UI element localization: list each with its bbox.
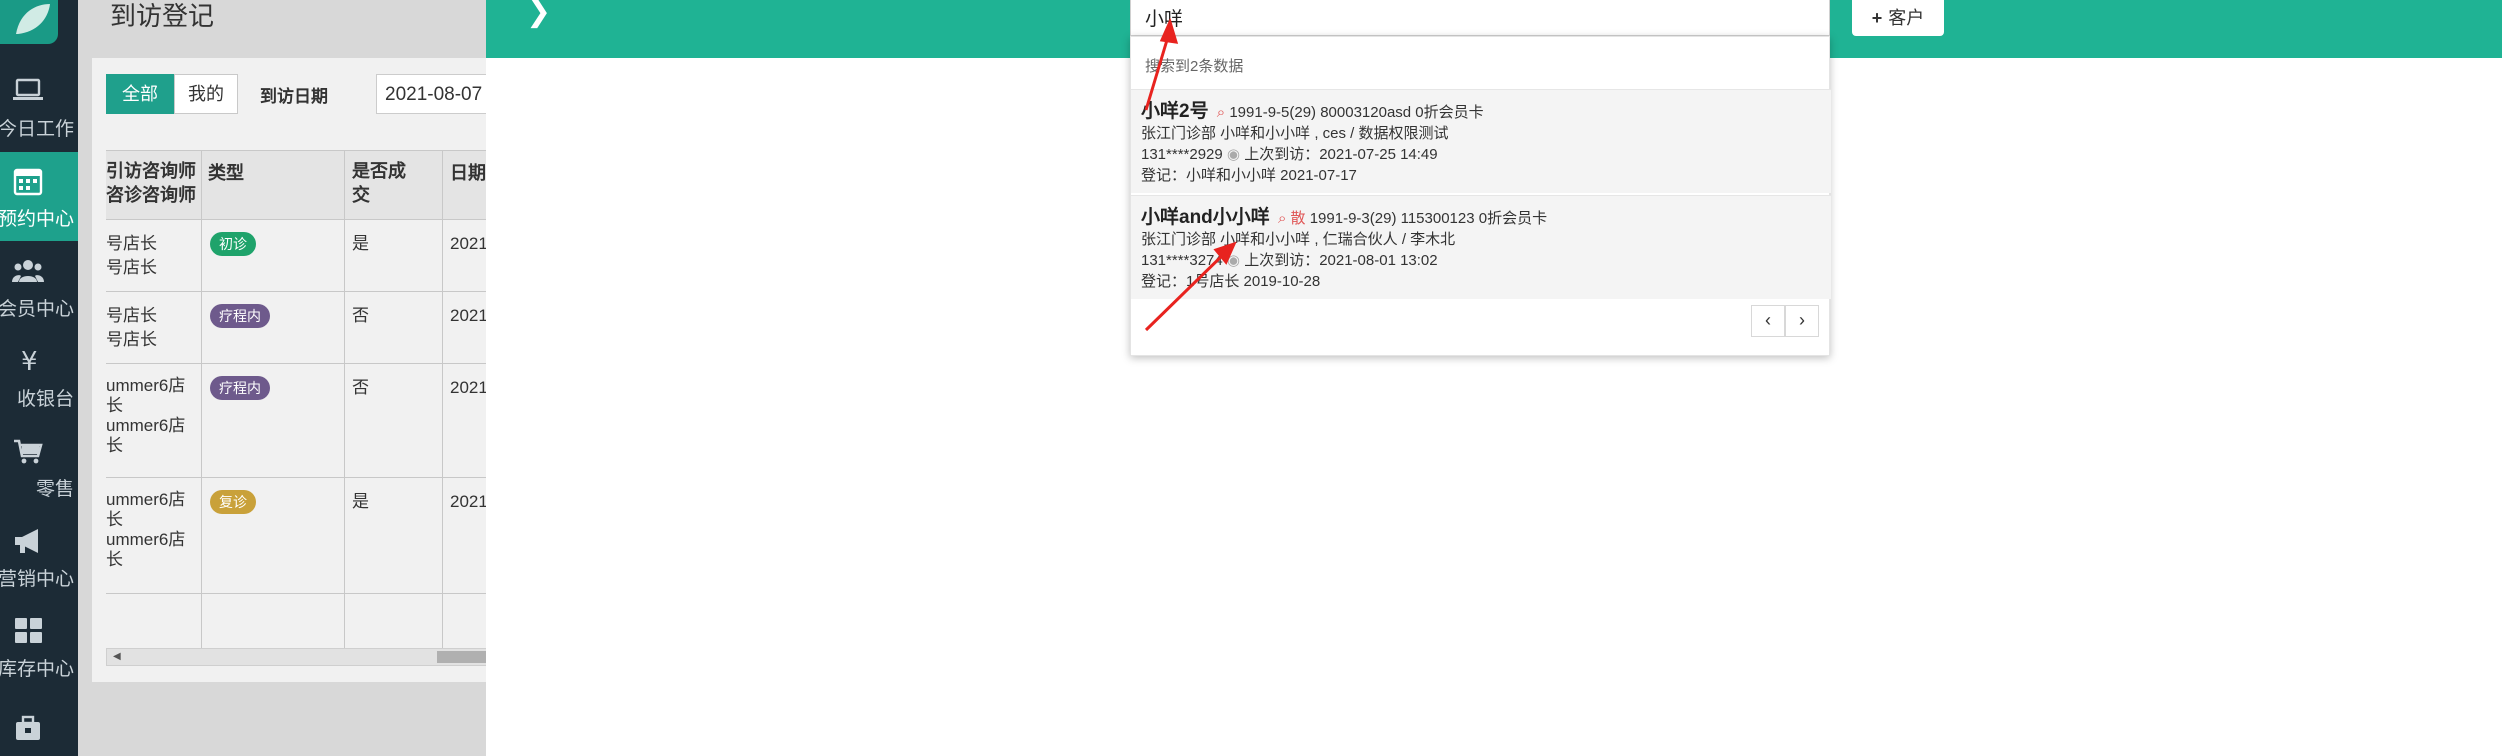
table-row[interactable]: ummer6店 长 ummer6店 长 复诊 是 2021	[106, 478, 526, 594]
cell-consultant: ummer6店 长 ummer6店 长	[106, 376, 186, 455]
calendar-icon	[13, 168, 43, 196]
customer-last-visit: 上次到访：2021-08-01 13:02	[1244, 252, 1438, 269]
cell-deal: 否	[352, 378, 369, 397]
customer-phone: 131****2929	[1141, 146, 1223, 163]
add-customer-button[interactable]: + 客户	[1852, 0, 1944, 36]
type-tag: 复诊	[210, 490, 256, 514]
cell-date: 2021	[450, 306, 488, 325]
header-date: 日期	[450, 163, 486, 183]
column-divider	[442, 150, 443, 666]
search-result-item[interactable]: 小咩and小小咩 ⌕ 散 1991-9-3(29) 115300123 0折会员…	[1131, 195, 1831, 299]
nav-item-cashier[interactable]: ¥ 收银台	[0, 332, 78, 421]
header-type: 类型	[208, 163, 244, 183]
customer-phone: 131****3274	[1141, 252, 1223, 269]
yen-icon: ¥	[21, 347, 38, 376]
nav-item-retail[interactable]: 零售	[0, 422, 78, 511]
table-horizontal-scrollbar[interactable]: ◀	[106, 648, 527, 666]
leaf-icon	[16, 4, 50, 34]
nav-label: 零售	[35, 479, 74, 500]
next-page-button[interactable]: ›	[1785, 305, 1819, 337]
side-nav: 今日工作 预约中心 会员中心 ¥ 收银台 零售 营销中心 库存中心	[0, 0, 78, 756]
cell-consultant: ummer6店 长 ummer6店 长	[106, 490, 186, 569]
svg-text:¥: ¥	[21, 347, 38, 376]
briefcase-icon	[16, 715, 40, 740]
eye-icon[interactable]: ◉	[1227, 146, 1240, 163]
customer-search-drawer: ❯ +客户 搜索到2条数据 小咩2号 ⌕ 1991-9-5(29) 800031…	[486, 0, 2502, 756]
cart-icon	[14, 439, 43, 464]
nav-label: 营销中心	[0, 569, 74, 590]
customer-search-input[interactable]	[1131, 0, 1829, 35]
filter-all-button[interactable]: 全部	[106, 74, 174, 114]
customer-info: 1991-9-3(29) 115300123 0折会员卡	[1309, 210, 1548, 227]
search-icon: ⌕	[1216, 104, 1226, 121]
table-row[interactable]: 号店长 号店长 初诊 是 2021	[106, 220, 526, 292]
eye-icon[interactable]: ◉	[1227, 252, 1240, 269]
customer-last-visit: 上次到访：2021-07-25 14:49	[1244, 146, 1438, 163]
nav-item-today-work[interactable]: 今日工作	[0, 62, 78, 151]
customer-clinic: 张江门诊部 小咩和小小咩 , ces / 数据权限测试	[1141, 125, 1449, 142]
result-count: 搜索到2条数据	[1145, 58, 1244, 75]
megaphone-icon	[15, 529, 38, 553]
nav-label: 预约中心	[0, 209, 74, 230]
header-consultant: 引访咨询师 咨诊咨询师	[106, 161, 196, 205]
scroll-left-icon[interactable]: ◀	[113, 651, 121, 662]
cell-date: 2021	[450, 492, 488, 511]
cell-consultant: 号店长 号店长	[106, 234, 157, 277]
customer-flag: 散	[1290, 210, 1306, 227]
users-icon	[12, 260, 44, 282]
customer-name: 小咩2号	[1141, 101, 1209, 122]
customer-clinic: 张江门诊部 小咩和小小咩 , 仁瑞合伙人 / 李木北	[1141, 231, 1456, 248]
chevron-icon[interactable]: ❯	[526, 0, 551, 29]
search-result-item[interactable]: 小咩2号 ⌕ 1991-9-5(29) 80003120asd 0折会员卡 张江…	[1131, 89, 1831, 193]
customer-search-box[interactable]	[1130, 0, 1830, 36]
laptop-icon	[13, 78, 43, 100]
nav-label: 今日工作	[0, 119, 74, 140]
grid-icon	[15, 618, 42, 643]
table-row[interactable]: 号店长 号店长 疗程内 否 2021	[106, 292, 526, 364]
filter-mine-button[interactable]: 我的	[174, 74, 238, 114]
visit-list-panel: 全部 我的 到访日期 2021-08-07 引访咨询师 咨诊咨询师 类型 是否成…	[92, 58, 536, 682]
nav-item-appointment-center[interactable]: 预约中心	[0, 152, 78, 241]
cell-date: 2021	[450, 234, 488, 253]
nav-item-more[interactable]	[0, 700, 78, 756]
nav-item-member-center[interactable]: 会员中心	[0, 242, 78, 331]
cell-date: 2021	[450, 378, 488, 397]
plus-icon: +	[1871, 8, 1883, 28]
customer-name: 小咩and小小咩	[1141, 207, 1270, 228]
header-deal: 是否成交	[352, 161, 406, 205]
table-header: 引访咨询师 咨诊咨询师 类型 是否成交 日期	[106, 150, 526, 220]
customer-registered: 登记：1号店长 2019-10-28	[1141, 273, 1321, 290]
search-results-dropdown: 搜索到2条数据 小咩2号 ⌕ 1991-9-5(29) 80003120asd …	[1130, 36, 1831, 356]
type-tag: 疗程内	[210, 304, 270, 328]
prev-page-button[interactable]: ‹	[1751, 305, 1785, 337]
nav-label: 收银台	[16, 389, 74, 410]
type-tag: 疗程内	[210, 376, 270, 400]
cell-deal: 是	[352, 234, 369, 253]
customer-info: 1991-9-5(29) 80003120asd 0折会员卡	[1229, 104, 1484, 121]
add-customer-label: 客户	[1888, 8, 1925, 28]
customer-registered: 登记：小咩和小小咩 2021-07-17	[1141, 167, 1357, 184]
cell-consultant: 号店长 号店长	[106, 306, 157, 349]
type-tag: 初诊	[210, 232, 256, 256]
table-row[interactable]: ummer6店 长 ummer6店 长 疗程内 否 2021	[106, 364, 526, 478]
app-logo	[0, 0, 58, 44]
column-divider	[201, 150, 202, 666]
cell-deal: 是	[352, 492, 369, 511]
search-icon: ⌕	[1277, 210, 1287, 227]
visit-date-label: 到访日期	[260, 87, 328, 106]
nav-label: 会员中心	[0, 299, 74, 320]
page-title: 到访登记	[110, 1, 215, 31]
cell-deal: 否	[352, 306, 369, 325]
column-divider	[344, 150, 345, 666]
nav-label: 库存中心	[0, 659, 74, 680]
nav-item-inventory-center[interactable]: 库存中心	[0, 602, 78, 691]
nav-item-marketing-center[interactable]: 营销中心	[0, 512, 78, 601]
